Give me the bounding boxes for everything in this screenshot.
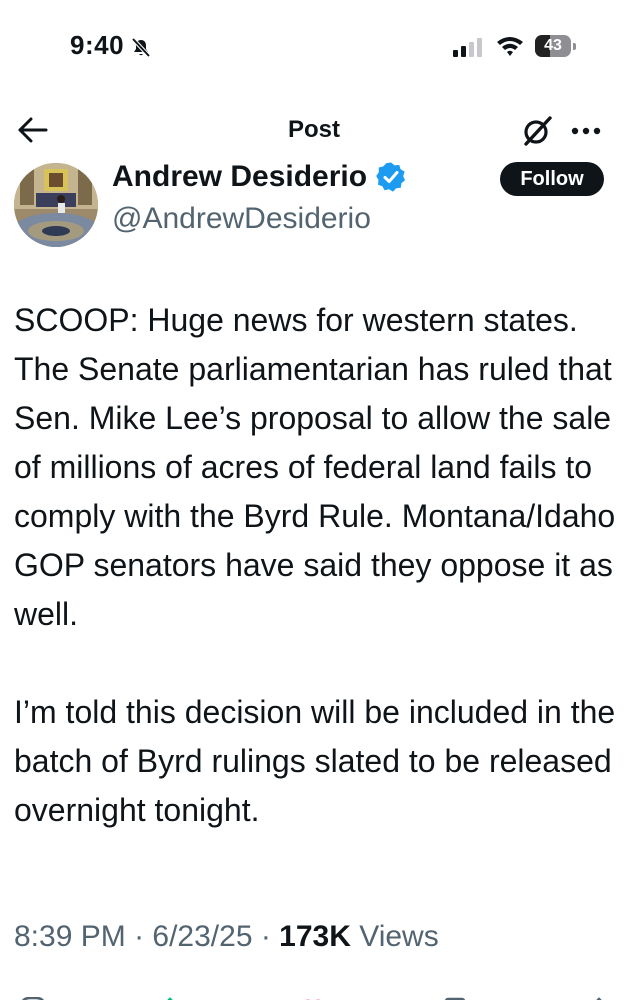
follow-button[interactable]: Follow [500, 162, 604, 196]
meta-separator: · [134, 920, 153, 953]
verified-icon [375, 161, 407, 193]
status-time-group: 9:40 [70, 30, 152, 61]
bookmark-icon[interactable] [440, 992, 470, 1000]
nav-bar: Post [0, 100, 628, 162]
grok-icon [524, 116, 552, 146]
like-icon[interactable] [298, 992, 328, 1000]
status-bar: 9:40 43 [0, 0, 628, 95]
reply-icon[interactable] [18, 992, 48, 1000]
repost-icon[interactable] [158, 992, 188, 1000]
post-meta: 8:39 PM · 6/23/25 · 173K Views [14, 920, 439, 954]
battery-level: 43 [544, 37, 562, 54]
post-date[interactable]: 6/23/25 [152, 920, 252, 953]
grok-button[interactable] [520, 114, 554, 148]
post-text: SCOOP: Huge news for western states. The… [14, 296, 618, 884]
views-label[interactable]: Views [359, 920, 438, 953]
wifi-icon [496, 35, 524, 57]
more-button[interactable] [568, 116, 604, 146]
share-icon[interactable] [584, 992, 614, 1000]
signal-icon [452, 37, 484, 57]
battery-icon: 43 [535, 35, 576, 57]
avatar[interactable] [14, 163, 98, 247]
bell-slash-icon [130, 35, 152, 57]
post-time[interactable]: 8:39 PM [14, 920, 126, 953]
author-name-row[interactable]: Andrew Desiderio [112, 160, 407, 194]
author-name[interactable]: Andrew Desiderio [112, 160, 367, 194]
meta-separator: · [260, 920, 280, 953]
views-count[interactable]: 173K [279, 920, 351, 953]
author-handle[interactable]: @AndrewDesiderio [112, 202, 371, 236]
status-time: 9:40 [70, 30, 125, 60]
more-icon [571, 127, 601, 135]
post-paragraph: SCOOP: Huge news for western states. The… [14, 302, 616, 632]
post-paragraph: I’m told this decision will be included … [14, 694, 616, 828]
